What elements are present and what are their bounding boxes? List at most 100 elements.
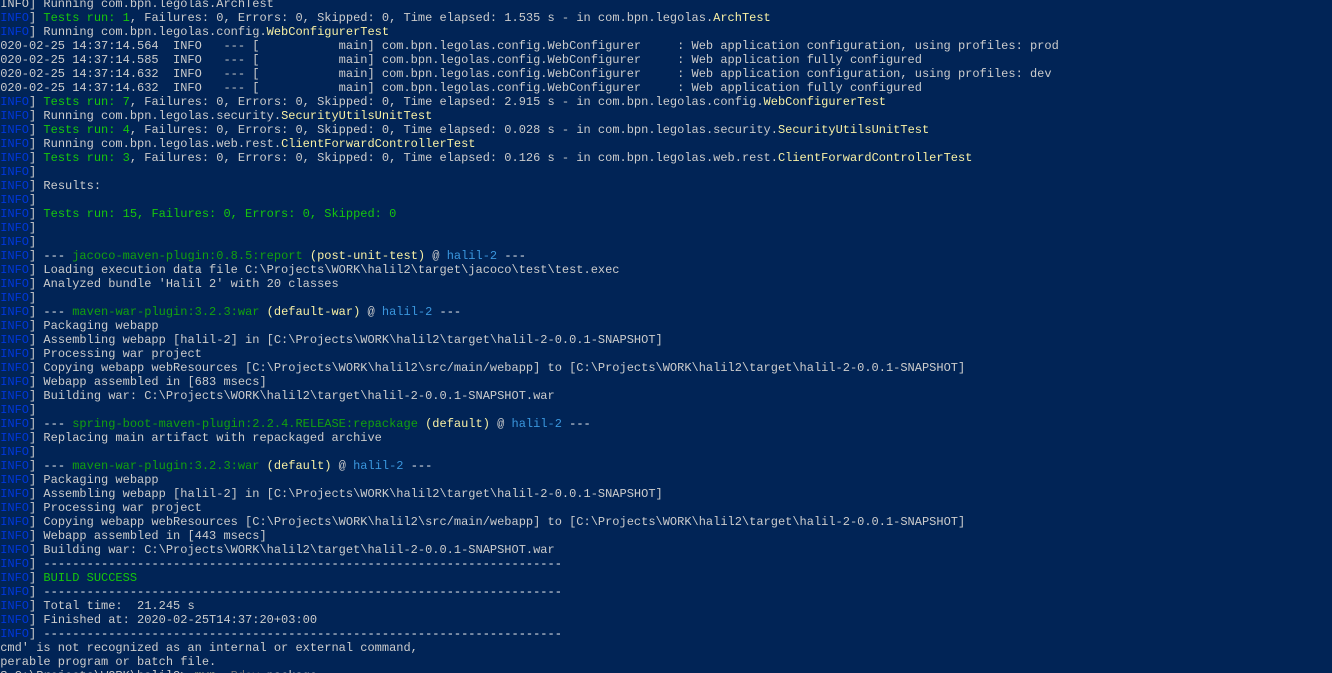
line-segment: ]	[29, 571, 44, 585]
terminal-line: [INFO] Copying webapp webResources [C:\P…	[0, 515, 1332, 529]
terminal-output: [INFO] Running com.bpn.legolas.ArchTest[…	[0, 0, 1332, 673]
line-segment: [INFO	[0, 193, 30, 207]
line-segment: [INFO	[0, 529, 30, 543]
line-segment: [INFO	[0, 599, 30, 613]
terminal-line: [INFO] Finished at: 2020-02-25T14:37:20+…	[0, 613, 1332, 627]
terminal-line: [INFO] --- spring-boot-maven-plugin:2.2.…	[0, 417, 1332, 431]
terminal-line: [INFO]	[0, 403, 1332, 417]
terminal-line: 2020-02-25 14:37:14.564 INFO --- [ main]…	[0, 39, 1332, 53]
line-segment: , Failures: 0, Errors: 0, Skipped: 0, Ti…	[129, 95, 764, 109]
line-segment: [INFO	[0, 305, 30, 319]
line-segment: [INFO	[0, 403, 30, 417]
line-segment: ]	[29, 557, 44, 571]
terminal-line: 2020-02-25 14:37:14.632 INFO --- [ main]…	[0, 67, 1332, 81]
terminal-line: operable program or batch file.	[0, 655, 1332, 669]
line-segment: WebConfigurerTest	[266, 25, 390, 39]
line-segment: ]	[29, 95, 44, 109]
line-segment: ----------------------------------------…	[43, 627, 562, 641]
line-segment: Tests run: 7	[43, 95, 130, 109]
terminal-line: [INFO] --- maven-war-plugin:3.2.3:war (d…	[0, 459, 1332, 473]
line-segment: @	[489, 417, 512, 431]
terminal-line: [INFO] Running com.bpn.legolas.ArchTest	[0, 0, 1332, 11]
line-segment: [INFO	[0, 445, 30, 459]
line-segment: ] Building war: C:\Projects\WORK\halil2\…	[29, 389, 555, 403]
terminal-line: [INFO] Tests run: 1, Failures: 0, Errors…	[0, 11, 1332, 25]
terminal-line: [INFO] ---------------------------------…	[0, 627, 1332, 641]
terminal-line: [INFO] --- maven-war-plugin:3.2.3:war (d…	[0, 305, 1332, 319]
line-segment: ]	[29, 235, 37, 249]
line-segment: 'cmd' is not recognized as an internal o…	[0, 641, 418, 655]
line-segment: halil-2	[381, 305, 433, 319]
terminal-line: [INFO] Results:	[0, 179, 1332, 193]
line-segment: [INFO	[0, 557, 30, 571]
line-segment: [INFO	[0, 389, 30, 403]
line-segment: ]	[29, 459, 44, 473]
terminal-line: [INFO] Replacing main artifact with repa…	[0, 431, 1332, 445]
line-segment: ] Webapp assembled in [443 msecs]	[29, 529, 267, 543]
line-segment: ]	[29, 305, 44, 319]
line-segment: ] Copying webapp webResources [C:\Projec…	[29, 361, 966, 375]
line-segment: [INFO	[0, 501, 30, 515]
line-segment: ] Total time: 21.245 s	[29, 599, 195, 613]
line-segment: ---	[43, 417, 73, 431]
line-segment: [INFO	[0, 347, 30, 361]
line-segment: ] Analyzed bundle 'Halil 2' with 20 clas…	[29, 277, 339, 291]
line-segment: [INFO	[0, 613, 30, 627]
terminal-line: [INFO]	[0, 165, 1332, 179]
terminal-line: [INFO] Loading execution data file C:\Pr…	[0, 263, 1332, 277]
terminal-line: [INFO]	[0, 235, 1332, 249]
line-segment: ClientForwardControllerTest	[777, 151, 973, 165]
line-segment: ]	[29, 417, 44, 431]
line-segment: spring-boot-maven-plugin:2.2.4.RELEASE:r…	[72, 417, 418, 431]
line-segment: ] Assembling webapp [halil-2] in [C:\Pro…	[29, 487, 663, 501]
terminal-line: [INFO]	[0, 193, 1332, 207]
terminal-line: [INFO] Tests run: 15, Failures: 0, Error…	[0, 207, 1332, 221]
line-segment: ] Copying webapp webResources [C:\Projec…	[29, 515, 966, 529]
line-segment: PS C:\Projects\WORK\halil2>	[0, 669, 195, 673]
terminal-line: [INFO] Tests run: 7, Failures: 0, Errors…	[0, 95, 1332, 109]
line-segment: ]	[29, 165, 37, 179]
line-segment: maven-war-plugin:3.2.3:war	[72, 459, 260, 473]
line-segment: [INFO	[0, 95, 30, 109]
terminal-window[interactable]: [INFO] Running com.bpn.legolas.ArchTest[…	[0, 0, 1332, 673]
line-segment	[259, 305, 266, 319]
line-segment	[259, 459, 266, 473]
line-segment: operable program or batch file.	[0, 655, 217, 669]
line-segment: mvn	[195, 669, 217, 673]
line-segment: ]	[29, 123, 44, 137]
line-segment: ]	[29, 291, 37, 305]
line-segment: [INFO	[0, 151, 30, 165]
terminal-line: [INFO] Analyzed bundle 'Halil 2' with 20…	[0, 277, 1332, 291]
line-segment: (default)	[425, 417, 490, 431]
line-segment: ] Assembling webapp [halil-2] in [C:\Pro…	[29, 333, 663, 347]
line-segment: ----------------------------------------…	[43, 557, 562, 571]
line-segment: , Failures: 0, Errors: 0, Skipped: 0, Ti…	[129, 123, 778, 137]
line-segment: [INFO	[0, 585, 30, 599]
line-segment: [INFO	[0, 263, 30, 277]
terminal-line: [INFO]	[0, 291, 1332, 305]
terminal-line: [INFO] Packaging webapp	[0, 319, 1332, 333]
line-segment: [INFO	[0, 249, 30, 263]
line-segment: ---	[43, 249, 73, 263]
line-segment: Tests run: 4	[43, 123, 130, 137]
line-segment: halil-2	[353, 459, 404, 473]
terminal-line: [INFO] Packaging webapp	[0, 473, 1332, 487]
line-segment: [INFO	[0, 179, 30, 193]
line-segment: ] Processing war project	[29, 501, 202, 515]
terminal-line: [INFO] BUILD SUCCESS	[0, 571, 1332, 585]
line-segment: [INFO	[0, 319, 30, 333]
line-segment: ]	[29, 249, 44, 263]
line-segment: 2020-02-25 14:37:14.564 INFO --- [ main]…	[0, 39, 1059, 53]
line-segment: jacoco-maven-plugin:0.8.5:report	[72, 249, 303, 263]
line-segment: ] Replacing main artifact with repackage…	[29, 431, 382, 445]
line-segment: ] Finished at: 2020-02-25T14:37:20+03:00	[29, 613, 318, 627]
line-segment: ] Running com.bpn.legolas.security.	[29, 109, 282, 123]
terminal-line: [INFO] Webapp assembled in [443 msecs]	[0, 529, 1332, 543]
terminal-line: [INFO]	[0, 445, 1332, 459]
line-segment	[303, 249, 310, 263]
line-segment: @	[331, 459, 354, 473]
line-segment: SecurityUtilsUnitTest	[777, 123, 930, 137]
line-segment: ]	[29, 627, 44, 641]
line-segment: [INFO	[0, 375, 30, 389]
line-segment: ] Packaging webapp	[29, 319, 159, 333]
